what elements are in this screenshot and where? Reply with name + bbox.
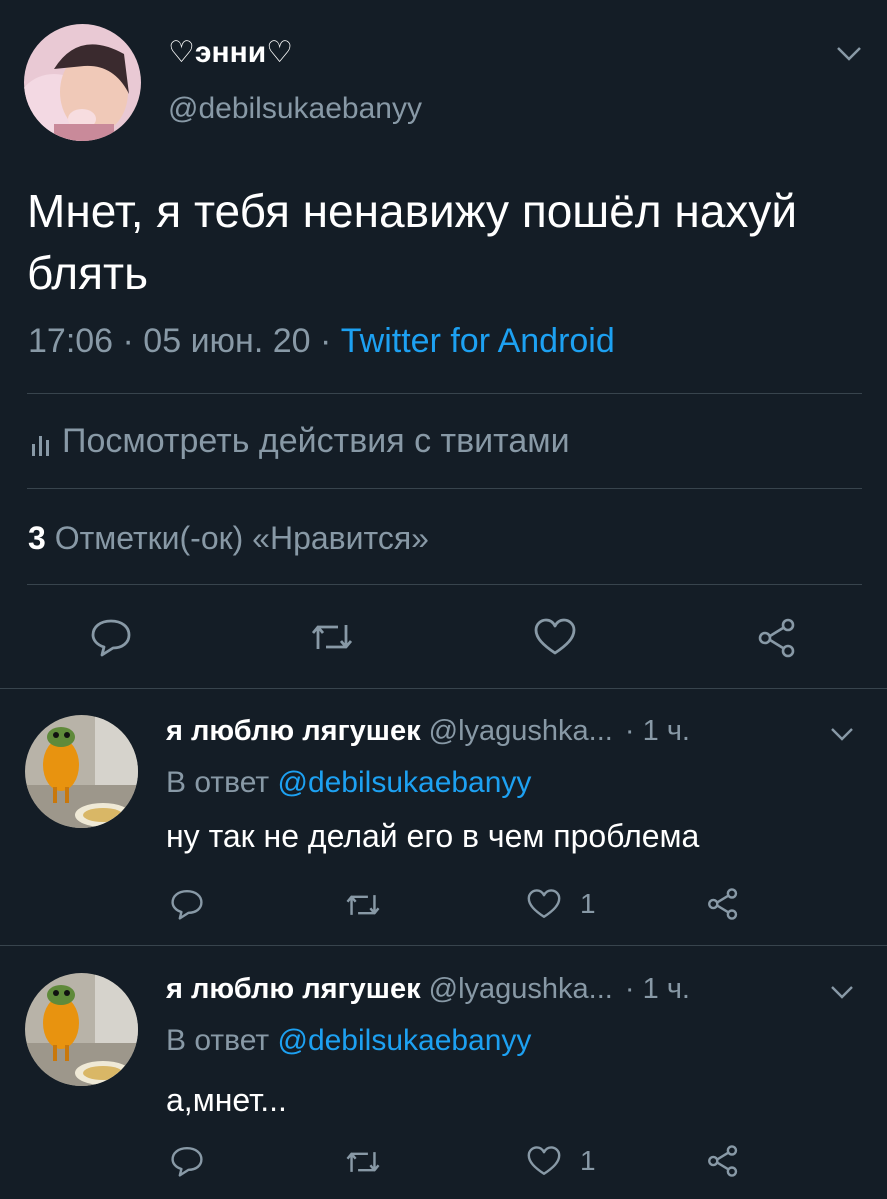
share-icon[interactable] bbox=[756, 617, 798, 659]
view-tweet-activity[interactable]: Посмотреть действия с твитами bbox=[30, 422, 570, 461]
reply-time: · 1 ч. bbox=[624, 973, 690, 1005]
reply-prefix: В ответ bbox=[166, 1024, 278, 1057]
reply-avatar[interactable] bbox=[25, 715, 138, 828]
likes-summary[interactable]: 3 Отметки(-ок) «Нравится» bbox=[28, 520, 429, 557]
reply-avatar[interactable] bbox=[25, 973, 138, 1086]
author-display-name[interactable]: ♡энни♡ bbox=[168, 35, 293, 70]
retweet-icon[interactable] bbox=[345, 890, 381, 920]
reply-display-name[interactable]: я люблю лягушек bbox=[166, 715, 421, 747]
reply-context: В ответ @debilsukaebanyy bbox=[166, 1024, 531, 1058]
reply-icon[interactable] bbox=[90, 617, 132, 657]
chevron-down-icon[interactable] bbox=[835, 45, 863, 63]
heart-icon[interactable] bbox=[533, 617, 577, 657]
heart-icon[interactable] bbox=[526, 1145, 562, 1177]
divider bbox=[0, 945, 887, 946]
retweet-icon[interactable] bbox=[310, 619, 354, 655]
divider bbox=[0, 688, 887, 689]
reply-text: ну так не делай его в чем проблема bbox=[166, 818, 700, 854]
share-icon[interactable] bbox=[706, 887, 740, 921]
likes-label: Отметки(-ок) «Нравится» bbox=[45, 520, 429, 556]
reply-header: я люблю лягушек @lyagushka... · 1 ч. bbox=[166, 715, 690, 748]
reply-prefix: В ответ bbox=[166, 766, 278, 799]
activity-label: Посмотреть действия с твитами bbox=[62, 422, 570, 460]
divider bbox=[27, 393, 862, 394]
like-count: 1 bbox=[580, 888, 596, 919]
tweet-meta: 17:06 · 05 июн. 20 · Twitter for Android bbox=[28, 322, 615, 361]
reply-icon[interactable] bbox=[170, 1145, 204, 1177]
heart-icon[interactable] bbox=[526, 888, 562, 920]
reply-to-link[interactable]: @debilsukaebanyy bbox=[277, 766, 531, 799]
tweet-source-link[interactable]: Twitter for Android bbox=[341, 322, 615, 360]
reply-to-link[interactable]: @debilsukaebanyy bbox=[277, 1024, 531, 1057]
reply-text: а,мнет... bbox=[166, 1082, 287, 1118]
share-icon[interactable] bbox=[706, 1144, 740, 1178]
reply-display-name[interactable]: я люблю лягушек bbox=[166, 973, 421, 1005]
analytics-icon bbox=[30, 428, 52, 458]
reply-icon[interactable] bbox=[170, 888, 204, 920]
reply-handle[interactable]: @lyagushka... bbox=[429, 715, 613, 747]
tweet-timestamp: 17:06 · 05 июн. 20 · bbox=[28, 322, 341, 360]
reply-time: · 1 ч. bbox=[624, 715, 690, 747]
reply-handle[interactable]: @lyagushka... bbox=[429, 973, 613, 1005]
chevron-down-icon[interactable] bbox=[829, 984, 855, 1000]
tweet-text: Мнет, я тебя ненавижу пошёл нахуй блять bbox=[27, 185, 798, 299]
retweet-icon[interactable] bbox=[345, 1147, 381, 1177]
reply-context: В ответ @debilsukaebanyy bbox=[166, 766, 531, 800]
author-handle[interactable]: @debilsukaebanyy bbox=[168, 92, 422, 126]
divider bbox=[27, 488, 862, 489]
author-avatar[interactable] bbox=[24, 24, 141, 141]
divider bbox=[27, 584, 862, 585]
like-count: 1 bbox=[580, 1145, 596, 1176]
likes-count: 3 bbox=[28, 520, 46, 556]
chevron-down-icon[interactable] bbox=[829, 726, 855, 742]
reply-header: я люблю лягушек @lyagushka... · 1 ч. bbox=[166, 973, 690, 1006]
